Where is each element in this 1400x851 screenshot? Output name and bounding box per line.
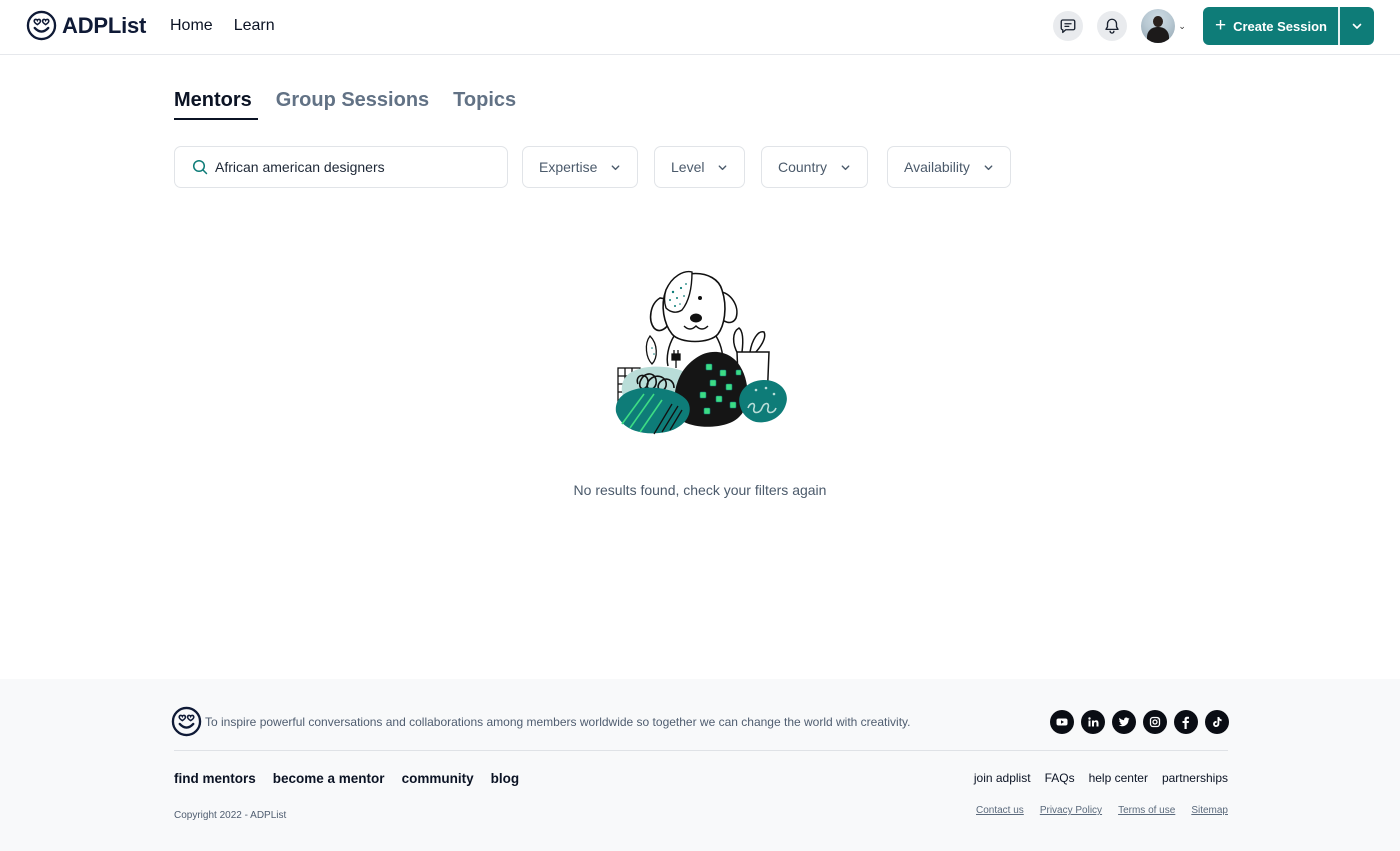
notifications-button[interactable] — [1097, 11, 1128, 41]
create-session-group: + Create Session — [1202, 7, 1374, 45]
footer-link-find-mentors[interactable]: find mentors — [174, 771, 256, 786]
youtube-link[interactable] — [1050, 710, 1074, 734]
nav-learn[interactable]: Learn — [234, 17, 275, 35]
country-dropdown[interactable]: Country — [761, 146, 869, 188]
plus-icon: + — [1214, 14, 1227, 36]
availability-dropdown[interactable]: Availability — [887, 146, 1011, 188]
instagram-link[interactable] — [1143, 710, 1167, 734]
brand-name: ADPList — [62, 12, 147, 38]
availability-label: Availability — [904, 159, 970, 175]
footer-link-help-center[interactable]: help center — [1089, 771, 1148, 785]
footer-link-contact-us[interactable]: Contact us — [976, 805, 1024, 816]
twitter-link[interactable] — [1112, 710, 1136, 734]
chat-bubble-icon — [1060, 19, 1076, 34]
smiley-logo-icon — [171, 706, 202, 737]
instagram-icon — [1149, 716, 1161, 728]
tab-topics[interactable]: Topics — [453, 89, 516, 118]
footer-link-become-a-mentor[interactable]: become a mentor — [273, 771, 385, 786]
footer-link-sitemap[interactable]: Sitemap — [1191, 805, 1228, 816]
footer-secondary-links: join adplist FAQs help center partnershi… — [974, 771, 1228, 785]
site-footer: To inspire powerful conversations and co… — [0, 679, 1400, 851]
expertise-dropdown[interactable]: Expertise — [522, 146, 639, 188]
social-links — [1050, 710, 1229, 734]
footer-link-blog[interactable]: blog — [491, 771, 520, 786]
search-input[interactable] — [215, 159, 485, 175]
country-label: Country — [778, 159, 828, 175]
footer-link-partnerships[interactable]: partnerships — [1162, 771, 1228, 785]
profile-menu[interactable]: ⌄ — [1141, 9, 1186, 43]
user-avatar — [1141, 9, 1176, 43]
empty-state-message: No results found, check your filters aga… — [573, 482, 827, 498]
chevron-down-icon: ⌄ — [1178, 20, 1186, 31]
dog-with-cushions-illustration — [615, 270, 787, 435]
create-session-dropdown-button[interactable] — [1340, 7, 1374, 45]
footer-divider — [174, 750, 1228, 751]
expertise-label: Expertise — [539, 159, 598, 175]
facebook-icon — [1182, 716, 1189, 729]
chevron-down-icon — [611, 164, 620, 170]
footer-legal-links: Contact us Privacy Policy Terms of use S… — [976, 805, 1228, 816]
tiktok-link[interactable] — [1205, 710, 1229, 734]
linkedin-icon — [1088, 717, 1099, 727]
tab-group-sessions[interactable]: Group Sessions — [276, 89, 429, 118]
chevron-down-icon — [841, 164, 850, 170]
footer-link-community[interactable]: community — [402, 771, 474, 786]
youtube-icon — [1056, 718, 1068, 726]
tiktok-icon — [1213, 717, 1222, 727]
header-actions: ⌄ + Create Session — [1053, 7, 1374, 45]
twitter-icon — [1118, 717, 1130, 727]
footer-link-privacy-policy[interactable]: Privacy Policy — [1040, 805, 1102, 816]
main-nav: Home Learn — [170, 17, 275, 35]
chevron-down-icon — [719, 164, 727, 170]
top-header: ADPList Home Learn ⌄ + Create Session — [0, 0, 1400, 55]
nav-home[interactable]: Home — [170, 17, 213, 35]
bell-icon — [1105, 18, 1120, 34]
create-session-label: Create Session — [1233, 18, 1327, 34]
button-divider — [1338, 7, 1340, 45]
footer-primary-links: find mentors become a mentor community b… — [174, 771, 519, 786]
linkedin-link[interactable] — [1081, 710, 1105, 734]
create-session-button[interactable]: + Create Session — [1203, 7, 1338, 45]
brand-logo-link[interactable]: ADPList — [26, 10, 146, 41]
chevron-down-icon — [1352, 23, 1362, 29]
facebook-link[interactable] — [1174, 710, 1198, 734]
mission-statement: To inspire powerful conversations and co… — [205, 715, 911, 729]
copyright-text: Copyright 2022 - ADPList — [174, 810, 287, 821]
tab-mentors[interactable]: Mentors — [174, 89, 258, 120]
level-dropdown[interactable]: Level — [654, 146, 746, 188]
messages-button[interactable] — [1053, 11, 1084, 41]
footer-link-terms-of-use[interactable]: Terms of use — [1118, 805, 1175, 816]
level-label: Level — [671, 159, 705, 175]
smiley-logo-icon — [26, 10, 57, 41]
section-tabs: Mentors Group Sessions Topics — [174, 89, 540, 120]
footer-link-join-adplist[interactable]: join adplist — [974, 771, 1031, 785]
chevron-down-icon — [984, 164, 993, 170]
search-box — [174, 146, 508, 188]
footer-link-faqs[interactable]: FAQs — [1045, 771, 1075, 785]
search-icon — [192, 159, 208, 175]
